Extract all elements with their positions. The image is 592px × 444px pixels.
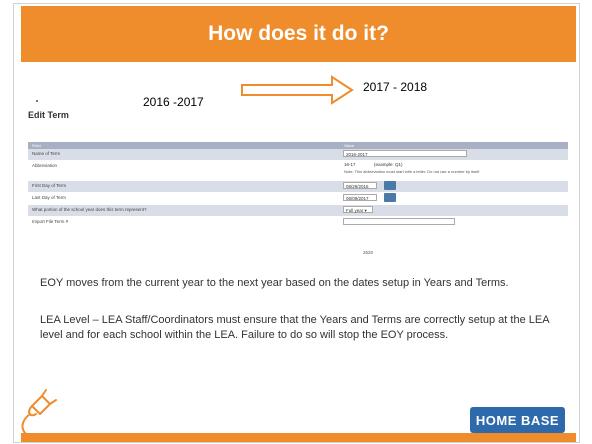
last-day-input[interactable]: 06/09/2017 [343, 194, 377, 201]
right-arrow-icon [241, 75, 354, 105]
column-header-value: Value [344, 143, 354, 148]
slide-title: How does it do it? [208, 22, 389, 45]
form-row-last-day: Last Day of Term 06/09/2017 [28, 193, 568, 205]
body-paragraph-2: LEA Level – LEA Staff/Coordinators must … [40, 314, 549, 341]
abbreviation-value[interactable]: 16-17 [344, 162, 356, 167]
form-row-abbreviation: Abbreviation 16-17 (example: Q1) Note: T… [28, 161, 568, 181]
row-label: Last Day of Term [32, 195, 66, 200]
year-to-label: 2017 - 2018 [363, 80, 428, 94]
bottom-accent-bar [21, 433, 576, 442]
chevron-down-icon: ▾ [364, 208, 367, 213]
plug-icon [21, 389, 57, 436]
title-banner: How does it do it? [21, 6, 576, 62]
row-label: First Day of Term [32, 183, 67, 188]
logo-text: HOME BASE [475, 412, 560, 428]
first-day-input[interactable]: 08/29/2016 [343, 182, 377, 189]
term-name-input[interactable]: 2016-2017 [343, 150, 467, 157]
form-row-portion: What portion of the school year does thi… [28, 205, 568, 217]
column-header-field: Field [32, 143, 41, 148]
edit-term-heading: Edit Term [28, 110, 69, 120]
form-row-import-file: Import File Term # [28, 217, 568, 229]
calendar-icon[interactable] [384, 181, 396, 190]
row-label: Name of Term [32, 151, 61, 156]
abbreviation-note: Note: This abbreviation must start with … [344, 169, 480, 174]
import-file-input[interactable] [343, 218, 455, 225]
form-row-name-of-term: Name of Term 2016-2017 [28, 149, 568, 161]
row-label: Import File Term # [32, 219, 69, 224]
form-row-first-day: First Day of Term 08/29/2016 [28, 181, 568, 193]
row-label: Abbreviation [32, 163, 58, 168]
abbreviation-hint: (example: Q1) [374, 162, 403, 167]
home-base-logo: HOME BASE [470, 407, 565, 433]
edit-term-screenshot: Edit Term Field Value Name of Term 2016-… [28, 110, 568, 265]
grid-header: Field Value [28, 142, 568, 149]
form-footer-text: 2620 [363, 250, 374, 255]
year-from-label: 2016 -2017 [143, 95, 204, 109]
portion-select-value: Full year [346, 208, 364, 213]
portion-select[interactable]: Full year ▾ [343, 206, 373, 213]
stray-dot [36, 100, 38, 102]
term-form-grid: Field Value Name of Term 2016-2017 Abbre… [28, 142, 568, 229]
body-paragraph-1: EOY moves from the current year to the n… [40, 277, 509, 289]
calendar-icon[interactable] [384, 193, 396, 202]
row-label: What portion of the school year does thi… [32, 207, 147, 212]
